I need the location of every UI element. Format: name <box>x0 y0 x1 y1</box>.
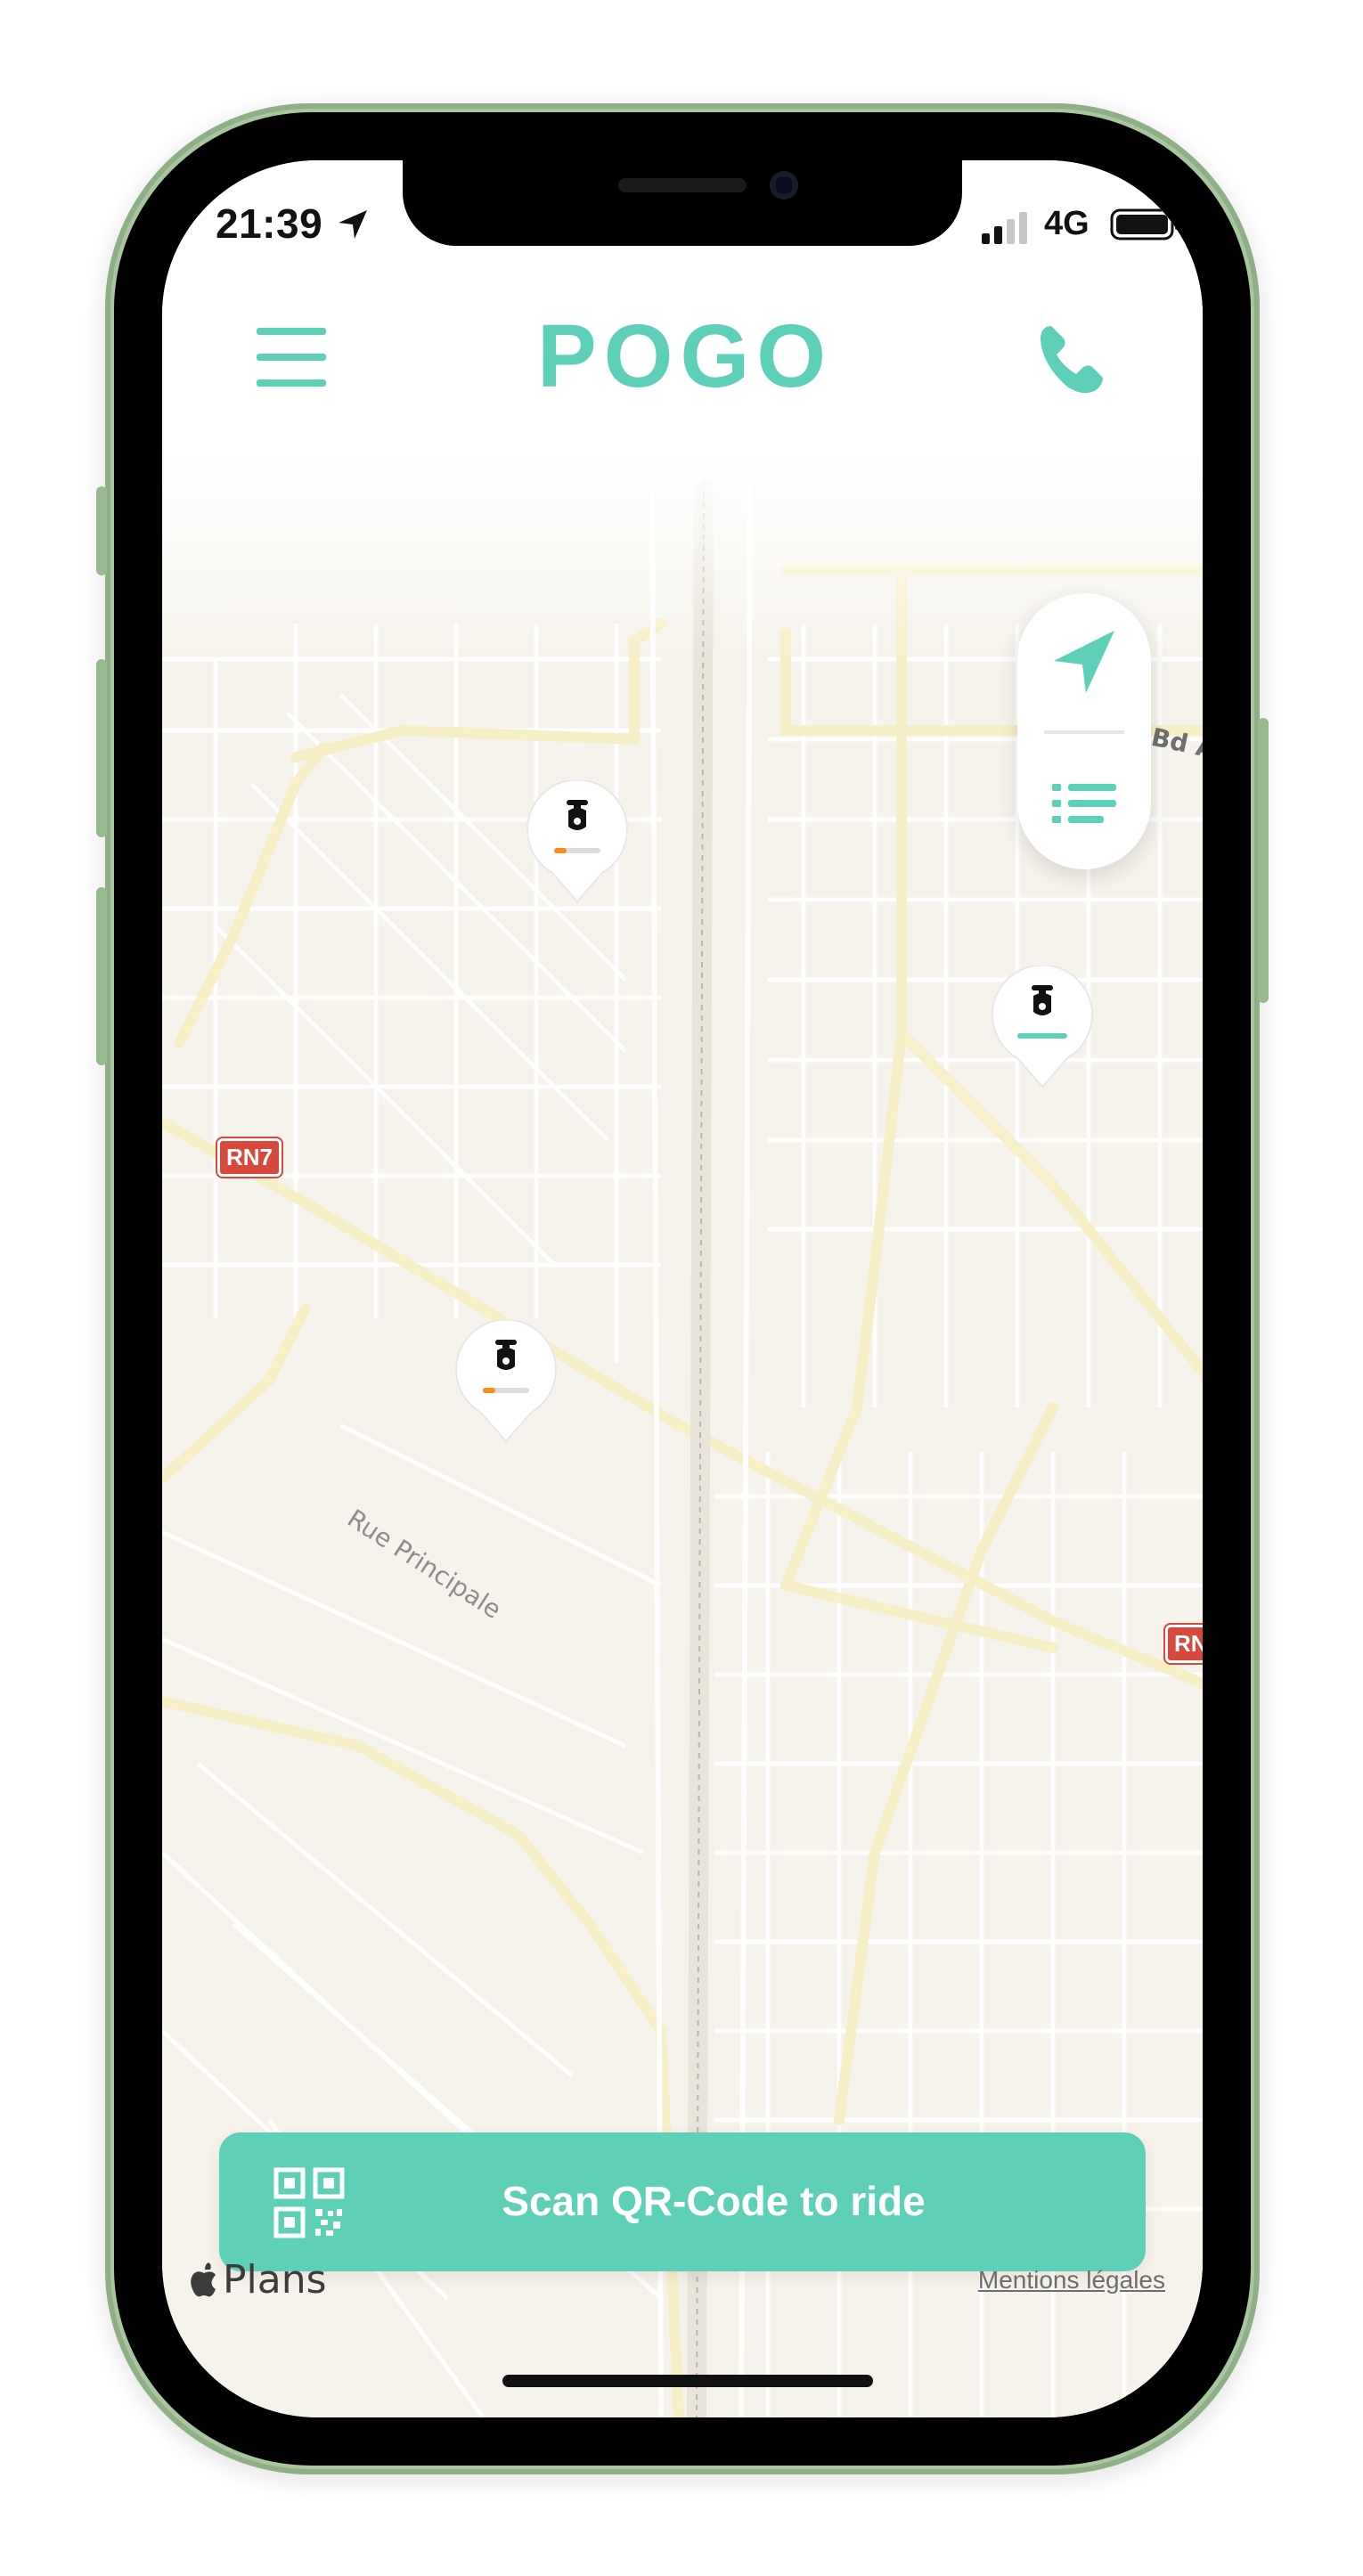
battery-bar <box>1017 1033 1067 1039</box>
battery-icon <box>1110 208 1179 240</box>
road-shield-rn7: RN7 <box>217 1138 282 1177</box>
scan-button-label: Scan QR-Code to ride <box>502 2178 926 2224</box>
phone-icon[interactable] <box>1033 319 1112 397</box>
controls-divider <box>1044 730 1124 734</box>
scan-qr-button[interactable]: Scan QR-Code to ride <box>219 2132 1146 2271</box>
network-type: 4G <box>1044 205 1090 242</box>
battery-bar <box>554 848 567 853</box>
maps-attribution: Plans <box>189 2257 327 2303</box>
mute-switch <box>96 486 107 575</box>
volume-up-button <box>96 659 107 837</box>
volume-down-button <box>96 887 107 1065</box>
maps-attribution-text: Plans <box>223 2257 327 2303</box>
legal-notices-link[interactable]: Mentions légales <box>978 2266 1165 2295</box>
scooter-icon <box>567 800 588 830</box>
cellular-signal-icon <box>982 212 1027 244</box>
home-indicator[interactable] <box>502 2375 873 2387</box>
road-shield-rn: RN <box>1165 1625 1203 1663</box>
scooter-pin[interactable] <box>454 1320 558 1445</box>
front-camera <box>770 171 798 200</box>
app-header: 21:39 4G POGO <box>162 160 1203 659</box>
location-services-icon <box>339 210 367 239</box>
scooter-icon <box>495 1340 517 1370</box>
battery-bar <box>483 1388 495 1393</box>
list-icon[interactable] <box>1049 768 1120 839</box>
app-screen: Rue Principale Bd A RN7 RN 21:39 4G POGO… <box>162 160 1203 2417</box>
pogo-logo: POGO <box>538 308 832 406</box>
device-notch <box>403 160 962 246</box>
apple-icon <box>191 2262 216 2296</box>
status-time: 21:39 <box>216 200 323 247</box>
scooter-pin[interactable] <box>991 966 1094 1090</box>
svg-text:POGO: POGO <box>538 308 832 406</box>
earpiece-speaker <box>618 178 747 192</box>
navigation-arrow-icon[interactable] <box>1049 625 1120 697</box>
scooter-pin[interactable] <box>526 780 629 905</box>
power-button <box>1258 718 1269 1003</box>
hamburger-icon[interactable] <box>253 319 330 395</box>
map-controls <box>1017 593 1151 869</box>
scooter-icon <box>1032 985 1053 1015</box>
